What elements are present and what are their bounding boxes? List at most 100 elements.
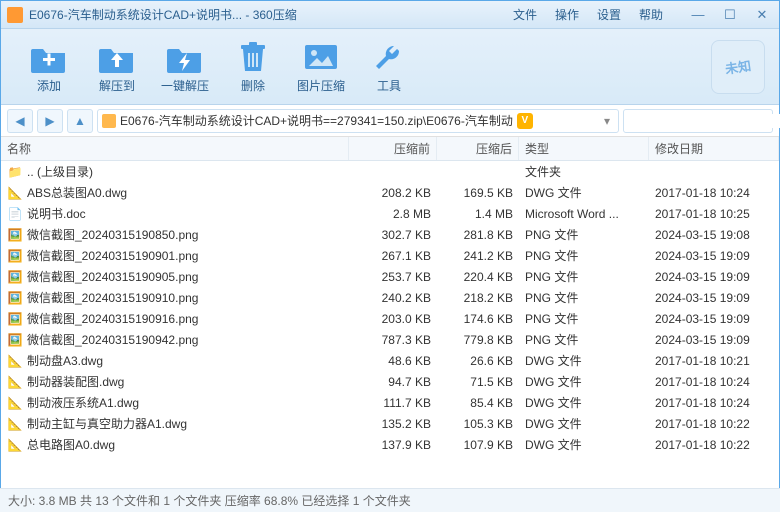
file-size-after: 174.6 KB — [437, 312, 519, 326]
file-size-before: 267.1 KB — [355, 249, 437, 263]
file-name: .. (上级目录) — [27, 163, 355, 180]
file-row[interactable]: 🖼️微信截图_20240315190850.png302.7 KB281.8 K… — [1, 224, 779, 245]
oneclick-extract-button[interactable]: 一键解压 — [151, 39, 219, 94]
search-input[interactable] — [628, 114, 780, 128]
menu-file[interactable]: 文件 — [513, 6, 537, 23]
path-dropdown[interactable]: ▾ — [600, 114, 614, 128]
file-size-after: 1.4 MB — [437, 207, 519, 221]
file-size-after: 281.8 KB — [437, 228, 519, 242]
file-type: PNG 文件 — [519, 226, 649, 243]
menu-settings[interactable]: 设置 — [597, 6, 621, 23]
file-type: Microsoft Word ... — [519, 207, 649, 221]
file-date: 2024-03-15 19:09 — [649, 291, 779, 305]
file-type-icon: 📁 — [7, 164, 23, 180]
col-name[interactable]: 名称 — [1, 137, 349, 160]
file-size-before: 135.2 KB — [355, 417, 437, 431]
file-size-before: 94.7 KB — [355, 375, 437, 389]
file-row[interactable]: 📐制动主缸与真空助力器A1.dwg135.2 KB105.3 KBDWG 文件2… — [1, 413, 779, 434]
file-row[interactable]: 📐ABS总装图A0.dwg208.2 KB169.5 KBDWG 文件2017-… — [1, 182, 779, 203]
file-type: PNG 文件 — [519, 310, 649, 327]
col-date[interactable]: 修改日期 — [649, 137, 779, 160]
path-text: E0676-汽车制动系统设计CAD+说明书==279341=150.zip\E0… — [120, 112, 513, 129]
file-date: 2024-03-15 19:09 — [649, 249, 779, 263]
column-header: 名称 压缩前 压缩后 类型 修改日期 — [1, 137, 779, 161]
file-name: 制动器装配图.dwg — [27, 373, 355, 390]
status-text: 大小: 3.8 MB 共 13 个文件和 1 个文件夹 压缩率 68.8% 已经… — [8, 492, 411, 509]
file-row[interactable]: 🖼️微信截图_20240315190910.png240.2 KB218.2 K… — [1, 287, 779, 308]
file-size-after: 779.8 KB — [437, 333, 519, 347]
status-bar: 大小: 3.8 MB 共 13 个文件和 1 个文件夹 压缩率 68.8% 已经… — [0, 488, 780, 512]
toolbar: 添加 解压到 一键解压 删除 图片压缩 工具 未知 — [1, 29, 779, 105]
file-row[interactable]: 🖼️微信截图_20240315190905.png253.7 KB220.4 K… — [1, 266, 779, 287]
forward-button[interactable]: ▶ — [37, 109, 63, 133]
file-date: 2017-01-18 10:24 — [649, 396, 779, 410]
path-box[interactable]: E0676-汽车制动系统设计CAD+说明书==279341=150.zip\E0… — [97, 109, 619, 133]
extract-button[interactable]: 解压到 — [83, 39, 151, 94]
maximize-button[interactable]: ☐ — [719, 6, 741, 24]
file-type-icon: 📐 — [7, 395, 23, 411]
file-row[interactable]: 📄说明书.doc2.8 MB1.4 MBMicrosoft Word ...20… — [1, 203, 779, 224]
file-date: 2017-01-18 10:25 — [649, 207, 779, 221]
archive-icon — [102, 114, 116, 128]
add-label: 添加 — [37, 77, 61, 94]
file-type-icon: 📄 — [7, 206, 23, 222]
up-button[interactable]: ▲ — [67, 109, 93, 133]
menu-operate[interactable]: 操作 — [555, 6, 579, 23]
file-size-before: 787.3 KB — [355, 333, 437, 347]
extract-icon — [97, 39, 137, 75]
file-row[interactable]: 🖼️微信截图_20240315190942.png787.3 KB779.8 K… — [1, 329, 779, 350]
file-type-icon: 📐 — [7, 185, 23, 201]
file-size-before: 203.0 KB — [355, 312, 437, 326]
file-row[interactable]: 📐总电路图A0.dwg137.9 KB107.9 KBDWG 文件2017-01… — [1, 434, 779, 455]
file-row[interactable]: 🖼️微信截图_20240315190916.png203.0 KB174.6 K… — [1, 308, 779, 329]
file-size-after: 26.6 KB — [437, 354, 519, 368]
file-name: 说明书.doc — [27, 205, 355, 222]
unknown-badge: 未知 — [711, 40, 765, 94]
menu-help[interactable]: 帮助 — [639, 6, 663, 23]
file-type-icon: 🖼️ — [7, 269, 23, 285]
file-name: 微信截图_20240315190901.png — [27, 247, 355, 264]
window-title: E0676-汽车制动系统设计CAD+说明书... - 360压缩 — [29, 6, 297, 23]
close-button[interactable]: ✕ — [751, 6, 773, 24]
file-date: 2024-03-15 19:09 — [649, 333, 779, 347]
file-type-icon: 🖼️ — [7, 248, 23, 264]
imgcomp-label: 图片压缩 — [297, 77, 345, 94]
vip-icon: V — [517, 113, 533, 129]
file-size-before: 137.9 KB — [355, 438, 437, 452]
file-size-before: 111.7 KB — [355, 396, 437, 410]
image-compress-button[interactable]: 图片压缩 — [287, 39, 355, 94]
file-size-before: 208.2 KB — [355, 186, 437, 200]
file-row[interactable]: 📐制动盘A3.dwg48.6 KB26.6 KBDWG 文件2017-01-18… — [1, 350, 779, 371]
file-date: 2024-03-15 19:08 — [649, 228, 779, 242]
file-type: DWG 文件 — [519, 415, 649, 432]
file-type: PNG 文件 — [519, 268, 649, 285]
file-name: 总电路图A0.dwg — [27, 436, 355, 453]
file-row[interactable]: 📐制动器装配图.dwg94.7 KB71.5 KBDWG 文件2017-01-1… — [1, 371, 779, 392]
oneclick-label: 一键解压 — [161, 77, 209, 94]
file-row[interactable]: 🖼️微信截图_20240315190901.png267.1 KB241.2 K… — [1, 245, 779, 266]
col-type[interactable]: 类型 — [519, 137, 649, 160]
file-date: 2017-01-18 10:21 — [649, 354, 779, 368]
trash-icon — [233, 39, 273, 75]
back-button[interactable]: ◀ — [7, 109, 33, 133]
delete-label: 删除 — [241, 77, 265, 94]
delete-button[interactable]: 删除 — [219, 39, 287, 94]
file-type-icon: 🖼️ — [7, 290, 23, 306]
file-name: 制动液压系统A1.dwg — [27, 394, 355, 411]
file-size-before: 48.6 KB — [355, 354, 437, 368]
file-date: 2024-03-15 19:09 — [649, 312, 779, 326]
file-name: 制动盘A3.dwg — [27, 352, 355, 369]
col-after[interactable]: 压缩后 — [437, 137, 519, 160]
file-type: DWG 文件 — [519, 394, 649, 411]
file-row[interactable]: 📁.. (上级目录)文件夹 — [1, 161, 779, 182]
file-row[interactable]: 📐制动液压系统A1.dwg111.7 KB85.4 KBDWG 文件2017-0… — [1, 392, 779, 413]
file-date: 2017-01-18 10:24 — [649, 375, 779, 389]
col-before[interactable]: 压缩前 — [349, 137, 437, 160]
file-list: 📁.. (上级目录)文件夹📐ABS总装图A0.dwg208.2 KB169.5 … — [1, 161, 779, 481]
tools-button[interactable]: 工具 — [355, 39, 423, 94]
window-controls: — ☐ ✕ — [687, 6, 773, 24]
add-button[interactable]: 添加 — [15, 39, 83, 94]
minimize-button[interactable]: — — [687, 6, 709, 24]
wrench-icon — [369, 39, 409, 75]
file-type-icon: 🖼️ — [7, 311, 23, 327]
